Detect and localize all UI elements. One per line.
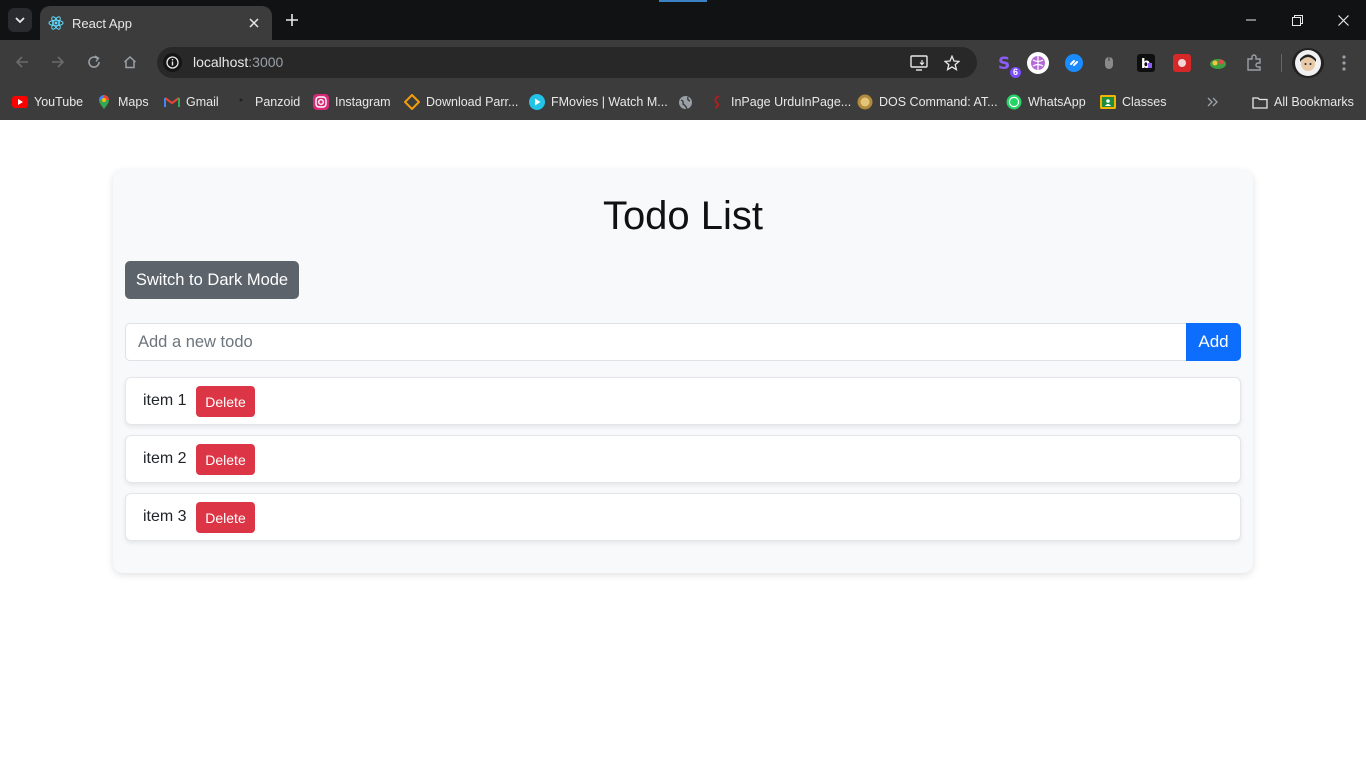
react-logo-icon: [48, 15, 64, 31]
bookmark-panzoid[interactable]: Panzoid: [233, 93, 300, 111]
all-bookmarks-button[interactable]: All Bookmarks: [1252, 93, 1354, 111]
svg-text:S: S: [998, 54, 1010, 72]
gmail-icon: [164, 94, 180, 110]
diamond-icon: [404, 94, 420, 110]
reload-button[interactable]: [82, 50, 106, 74]
bookmarks-bar: YouTube Maps Gmail Panzoid Instagram Dow…: [0, 85, 1366, 120]
close-icon: [1337, 14, 1349, 26]
todo-item: item 2 Delete: [125, 435, 1241, 483]
add-todo-button[interactable]: Add: [1186, 323, 1241, 361]
extension-colors-icon[interactable]: [1207, 52, 1229, 74]
tab-indicator: [659, 0, 707, 2]
todo-text: item 2: [143, 450, 187, 467]
restore-icon: [1291, 14, 1303, 26]
all-bookmarks-label: All Bookmarks: [1274, 95, 1354, 109]
bookmark-gmail[interactable]: Gmail: [164, 93, 219, 111]
delete-todo-button[interactable]: Delete: [196, 444, 255, 475]
chevron-down-icon: [15, 16, 25, 23]
extension-badge: 6: [1009, 67, 1021, 78]
bookmark-label: WhatsApp: [1028, 95, 1086, 109]
tab-search-button[interactable]: [8, 8, 32, 32]
forward-button[interactable]: [46, 50, 70, 74]
bookmark-label: Classes: [1122, 95, 1167, 109]
home-button[interactable]: [118, 50, 142, 74]
bookmark-label: Gmail: [186, 95, 219, 109]
plus-icon: [286, 14, 298, 26]
minimize-icon: [1246, 19, 1256, 21]
arrow-right-icon: [52, 56, 65, 68]
new-tab-button[interactable]: [282, 10, 302, 30]
bookmark-label: Panzoid: [255, 95, 301, 109]
bookmark-label: DOS Command: AT...: [879, 95, 998, 109]
bookmark-youtube[interactable]: YouTube: [12, 93, 83, 111]
back-button[interactable]: [10, 50, 34, 74]
extension-s-icon[interactable]: S 6: [994, 52, 1021, 78]
bookmark-classes[interactable]: Classes: [1100, 93, 1166, 111]
new-todo-input[interactable]: [125, 323, 1187, 361]
bookmark-label: Instagram: [335, 95, 391, 109]
bookmark-label: Maps: [118, 95, 149, 109]
bookmark-label: InPage UrduInPage...: [731, 95, 852, 109]
todo-card: Todo List Switch to Dark Mode Add item 1…: [113, 170, 1253, 573]
browser-tab[interactable]: React App: [40, 6, 272, 40]
toolbar-separator: [1281, 54, 1282, 72]
delete-todo-button[interactable]: Delete: [196, 502, 255, 533]
bookmark-fmovies[interactable]: FMovies | Watch M...: [529, 93, 668, 111]
maps-pin-icon: [96, 94, 112, 110]
folder-icon: [1252, 94, 1268, 110]
bookmark-label: Download Parr...: [426, 95, 519, 109]
bookmark-maps[interactable]: Maps: [96, 93, 149, 111]
bookmark-instagram[interactable]: Instagram: [313, 93, 391, 111]
panzoid-icon: [233, 94, 249, 110]
arrow-left-icon: [15, 56, 28, 68]
page-title: Todo List: [602, 194, 764, 238]
extension-red-icon[interactable]: [1171, 52, 1193, 74]
restore-button[interactable]: [1274, 0, 1320, 40]
extension-shazam-icon[interactable]: [1063, 52, 1085, 74]
bookmark-download-parr[interactable]: Download Parr...: [404, 93, 518, 111]
delete-todo-button[interactable]: Delete: [196, 386, 255, 417]
minimize-button[interactable]: [1228, 0, 1274, 40]
instagram-icon: [313, 94, 329, 110]
play-icon: [529, 94, 545, 110]
address-bar[interactable]: localhost:3000: [157, 47, 977, 78]
dos-icon: [857, 94, 873, 110]
bookmark-dos-command[interactable]: DOS Command: AT...: [857, 93, 998, 111]
bookmarks-overflow-button[interactable]: [1205, 93, 1227, 111]
url-text: localhost:3000: [193, 54, 283, 70]
close-window-button[interactable]: [1320, 0, 1366, 40]
bookmark-label: FMovies | Watch M...: [551, 95, 668, 109]
tab-title: React App: [72, 15, 132, 31]
youtube-icon: [12, 94, 28, 110]
bookmark-whatsapp[interactable]: WhatsApp: [1006, 93, 1086, 111]
todo-item: item 3 Delete: [125, 493, 1241, 541]
todo-text: item 3: [143, 508, 187, 525]
browser-menu-icon[interactable]: [1333, 52, 1355, 74]
globe-icon: [677, 94, 693, 110]
bookmark-globe[interactable]: [677, 93, 699, 111]
site-info-icon[interactable]: [163, 53, 182, 72]
install-app-icon[interactable]: [909, 53, 929, 73]
bookmark-label: YouTube: [34, 95, 84, 109]
classroom-icon: [1100, 94, 1116, 110]
extension-b-icon[interactable]: b: [1135, 52, 1157, 74]
url-host: localhost: [193, 54, 249, 70]
extension-mouse-icon[interactable]: [1098, 52, 1120, 74]
reload-icon: [88, 55, 100, 68]
tab-strip: React App: [0, 0, 1366, 40]
whatsapp-icon: [1006, 94, 1022, 110]
double-chevron-right-icon: [1205, 94, 1221, 110]
dark-mode-toggle-button[interactable]: Switch to Dark Mode: [125, 261, 299, 299]
todo-item: item 1 Delete: [125, 377, 1241, 425]
bookmark-inpage[interactable]: InPage UrduInPage...: [709, 93, 851, 111]
profile-avatar[interactable]: [1292, 48, 1324, 78]
bookmark-star-icon[interactable]: [942, 53, 962, 73]
extension-brain-icon[interactable]: [1027, 52, 1049, 74]
todo-text: item 1: [143, 392, 187, 409]
url-port: :3000: [248, 54, 284, 70]
tab-close-icon[interactable]: [246, 15, 262, 31]
extensions-puzzle-icon[interactable]: [1243, 52, 1265, 74]
inpage-icon: [709, 94, 725, 110]
home-icon: [123, 55, 137, 69]
